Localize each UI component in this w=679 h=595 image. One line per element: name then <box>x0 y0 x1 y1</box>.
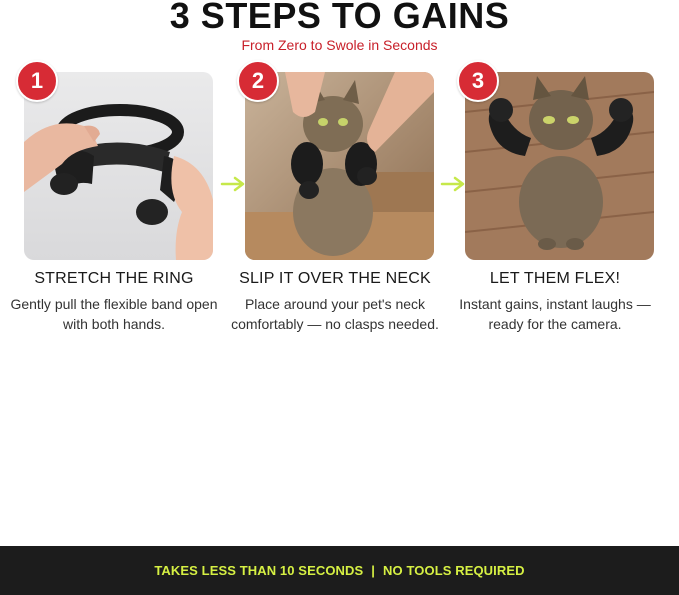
step-3-number-badge: 3 <box>457 60 499 102</box>
arrow-right-icon <box>440 176 465 192</box>
step-1-description: Gently pull the flexible band open with … <box>10 296 218 332</box>
page-subtitle: From Zero to Swole in Seconds <box>241 37 438 53</box>
step-2-description: Place around your pet's neck comfortably… <box>231 296 439 332</box>
footer-time-claim: TAKES LESS THAN 10 SECONDS <box>154 563 364 578</box>
step-1-title: STRETCH THE RING <box>34 270 194 287</box>
step-3-description: Instant gains, instant laughs — ready fo… <box>459 296 651 332</box>
step-1-photo <box>24 72 213 260</box>
footer-tools-claim: NO TOOLS REQUIRED <box>383 563 525 578</box>
step-2-title: SLIP IT OVER THE NECK <box>239 270 431 287</box>
arrow-right-icon <box>220 176 245 192</box>
page-title: 3 STEPS TO GAINS <box>169 0 510 36</box>
step-2-photo <box>245 72 434 260</box>
footer-separator: | <box>371 563 376 578</box>
step-1-number-badge: 1 <box>16 60 58 102</box>
page: 3 STEPS TO GAINS From Zero to Swole in S… <box>0 0 679 595</box>
step-2-number-badge: 2 <box>237 60 279 102</box>
step-3-photo <box>465 72 654 260</box>
step-3-title: LET THEM FLEX! <box>489 270 621 287</box>
footer-banner: TAKES LESS THAN 10 SECONDS | NO TOOLS RE… <box>0 546 679 595</box>
